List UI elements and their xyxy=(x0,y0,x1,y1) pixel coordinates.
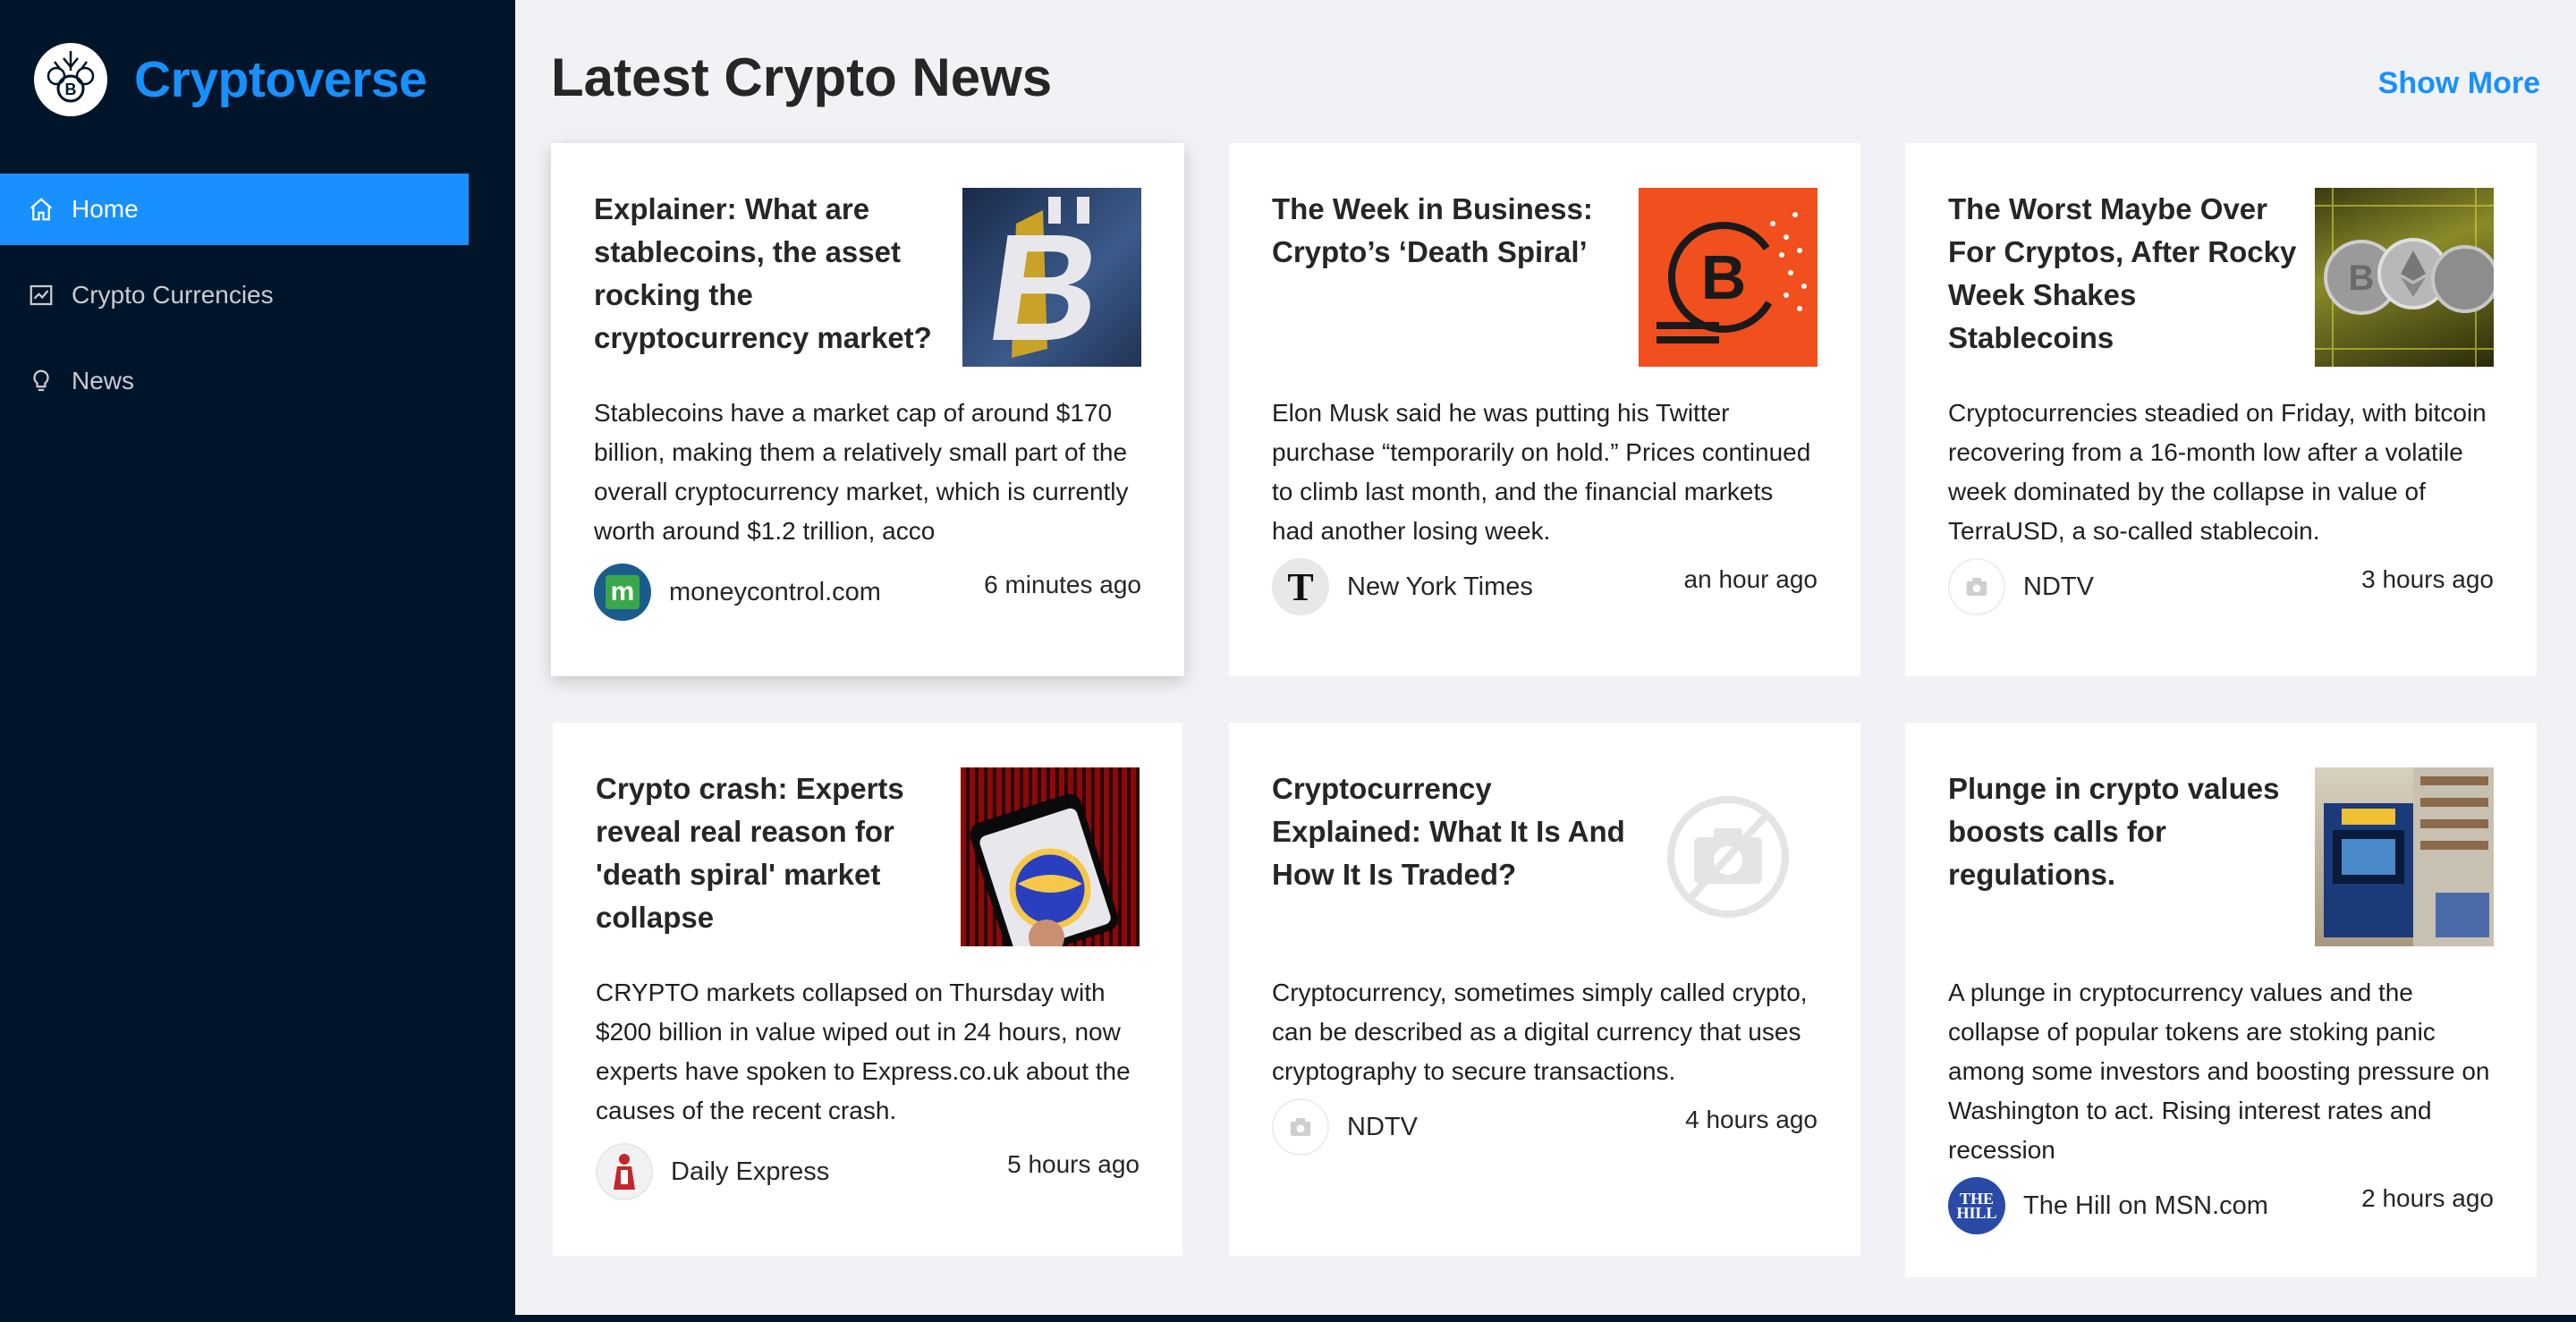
logo[interactable]: B Cryptoverse xyxy=(34,43,428,116)
news-description: CRYPTO markets collapsed on Thursday wit… xyxy=(596,979,1131,1124)
news-provider: THE HILL The Hill on MSN.com xyxy=(1948,1177,2268,1234)
show-more-link[interactable]: Show More xyxy=(2378,66,2540,101)
news-provider: Daily Express xyxy=(596,1143,829,1200)
news-provider: T New York Times xyxy=(1272,558,1533,615)
news-time: an hour ago xyxy=(1683,565,1818,593)
bulb-icon xyxy=(27,367,55,395)
news-time: 6 minutes ago xyxy=(984,571,1141,598)
news-provider-name: Daily Express xyxy=(671,1157,830,1186)
bitcoin-orange-image: B xyxy=(1639,188,1818,367)
news-card[interactable]: Explainer: What are stablecoins, the ass… xyxy=(551,143,1184,676)
news-title[interactable]: Cryptocurrency Explained: What It Is And… xyxy=(1272,767,1630,946)
news-time: 3 hours ago xyxy=(2361,565,2494,593)
news-card[interactable]: The Worst Maybe Over For Cryptos, After … xyxy=(1905,143,2537,676)
news-title[interactable]: The Worst Maybe Over For Cryptos, After … xyxy=(1948,188,2306,367)
daily-express-icon xyxy=(596,1143,653,1200)
bitcoin-gold-image: B xyxy=(962,188,1141,367)
sidebar-item-home[interactable]: Home xyxy=(0,174,469,245)
news-description: Cryptocurrencies steadied on Friday, wit… xyxy=(1948,399,2487,545)
the-hill-icon: THE HILL xyxy=(1948,1177,2005,1234)
svg-text:B: B xyxy=(2349,258,2375,298)
svg-text:B: B xyxy=(65,81,77,98)
app-title[interactable]: Cryptoverse xyxy=(134,50,428,109)
sidebar-menu: Home Crypto Currencies News xyxy=(0,174,515,431)
camera-placeholder-icon xyxy=(1948,558,2005,615)
moneycontrol-icon: m xyxy=(594,564,651,621)
news-title[interactable]: Explainer: What are stablecoins, the ass… xyxy=(594,188,952,367)
news-provider: m moneycontrol.com xyxy=(594,564,881,621)
news-provider: NDTV xyxy=(1948,558,2094,615)
news-provider-name: New York Times xyxy=(1347,572,1533,601)
news-provider-name: The Hill on MSN.com xyxy=(2023,1191,2268,1220)
page-title: Latest Crypto News xyxy=(551,47,1053,107)
camera-placeholder-icon xyxy=(1272,1098,1329,1156)
news-card[interactable]: Crypto crash: Experts reveal real reason… xyxy=(553,723,1182,1256)
news-provider: NDTV xyxy=(1272,1098,1418,1156)
sidebar-item-label: Home xyxy=(72,195,139,223)
fund-icon xyxy=(27,281,55,309)
home-icon xyxy=(27,195,55,224)
news-card[interactable]: Plunge in crypto values boosts calls for… xyxy=(1905,723,2537,1277)
crypto-coins-image: B xyxy=(2315,188,2494,367)
news-time: 4 hours ago xyxy=(1685,1106,1818,1133)
news-time: 2 hours ago xyxy=(2361,1184,2494,1212)
sidebar-item-news[interactable]: News xyxy=(0,345,469,417)
news-provider-name: NDTV xyxy=(1347,1112,1418,1141)
news-provider-name: moneycontrol.com xyxy=(669,577,881,606)
news-description: Elon Musk said he was putting his Twitte… xyxy=(1272,399,1811,545)
svg-text:B: B xyxy=(979,203,1112,367)
crypto-atm-image xyxy=(2315,767,2494,946)
news-title[interactable]: Crypto crash: Experts reveal real reason… xyxy=(596,767,953,946)
cryptoverse-logo-icon: B xyxy=(34,43,107,116)
terra-luna-image xyxy=(961,767,1140,946)
news-title[interactable]: The Week in Business: Crypto’s ‘Death Sp… xyxy=(1272,188,1630,367)
main-content: Latest Crypto News Show More Explainer: … xyxy=(515,0,2576,1315)
news-title[interactable]: Plunge in crypto values boosts calls for… xyxy=(1948,767,2306,946)
sidebar: B Cryptoverse Home Crypto Currencies New… xyxy=(0,0,515,1322)
no-image-icon xyxy=(1639,767,1818,946)
bottom-bar xyxy=(0,1315,2576,1322)
news-description: Stablecoins have a market cap of around … xyxy=(594,399,1129,545)
news-card[interactable]: Cryptocurrency Explained: What It Is And… xyxy=(1229,723,1860,1256)
sidebar-item-label: Crypto Currencies xyxy=(72,281,274,309)
svg-text:B: B xyxy=(1701,242,1747,312)
sidebar-item-crypto-currencies[interactable]: Crypto Currencies xyxy=(0,259,469,331)
news-description: Cryptocurrency, sometimes simply called … xyxy=(1272,979,1808,1085)
nyt-icon: T xyxy=(1272,558,1329,615)
news-description: A plunge in cryptocurrency values and th… xyxy=(1948,979,2490,1164)
sidebar-item-label: News xyxy=(72,367,135,394)
news-provider-name: NDTV xyxy=(2023,572,2094,601)
news-time: 5 hours ago xyxy=(1007,1150,1140,1178)
news-card[interactable]: The Week in Business: Crypto’s ‘Death Sp… xyxy=(1229,143,1860,676)
